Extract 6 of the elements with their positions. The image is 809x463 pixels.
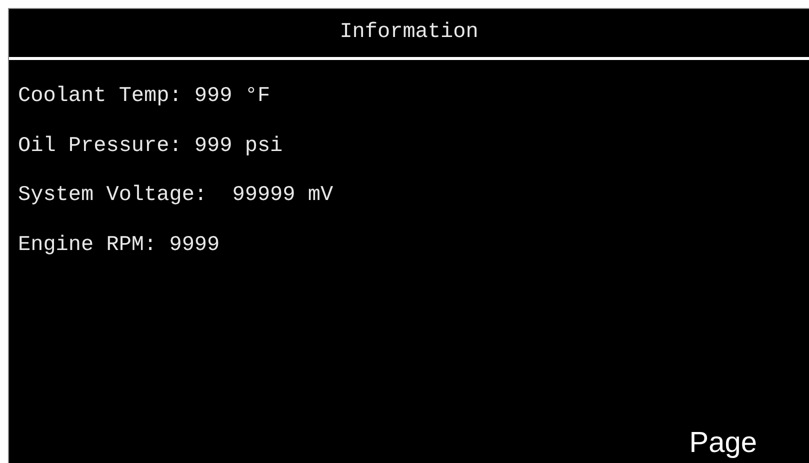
softkey-label[interactable]: Page — [689, 423, 757, 463]
reading-text: Oil Pressure: 999 psi — [18, 134, 284, 160]
screen-title: Information — [340, 20, 478, 46]
reading-text: System Voltage: 99999 mV — [18, 183, 334, 209]
reading-text: Engine RPM: 9999 — [18, 232, 221, 258]
reading-text: Coolant Temp: 999 °F — [18, 84, 272, 110]
